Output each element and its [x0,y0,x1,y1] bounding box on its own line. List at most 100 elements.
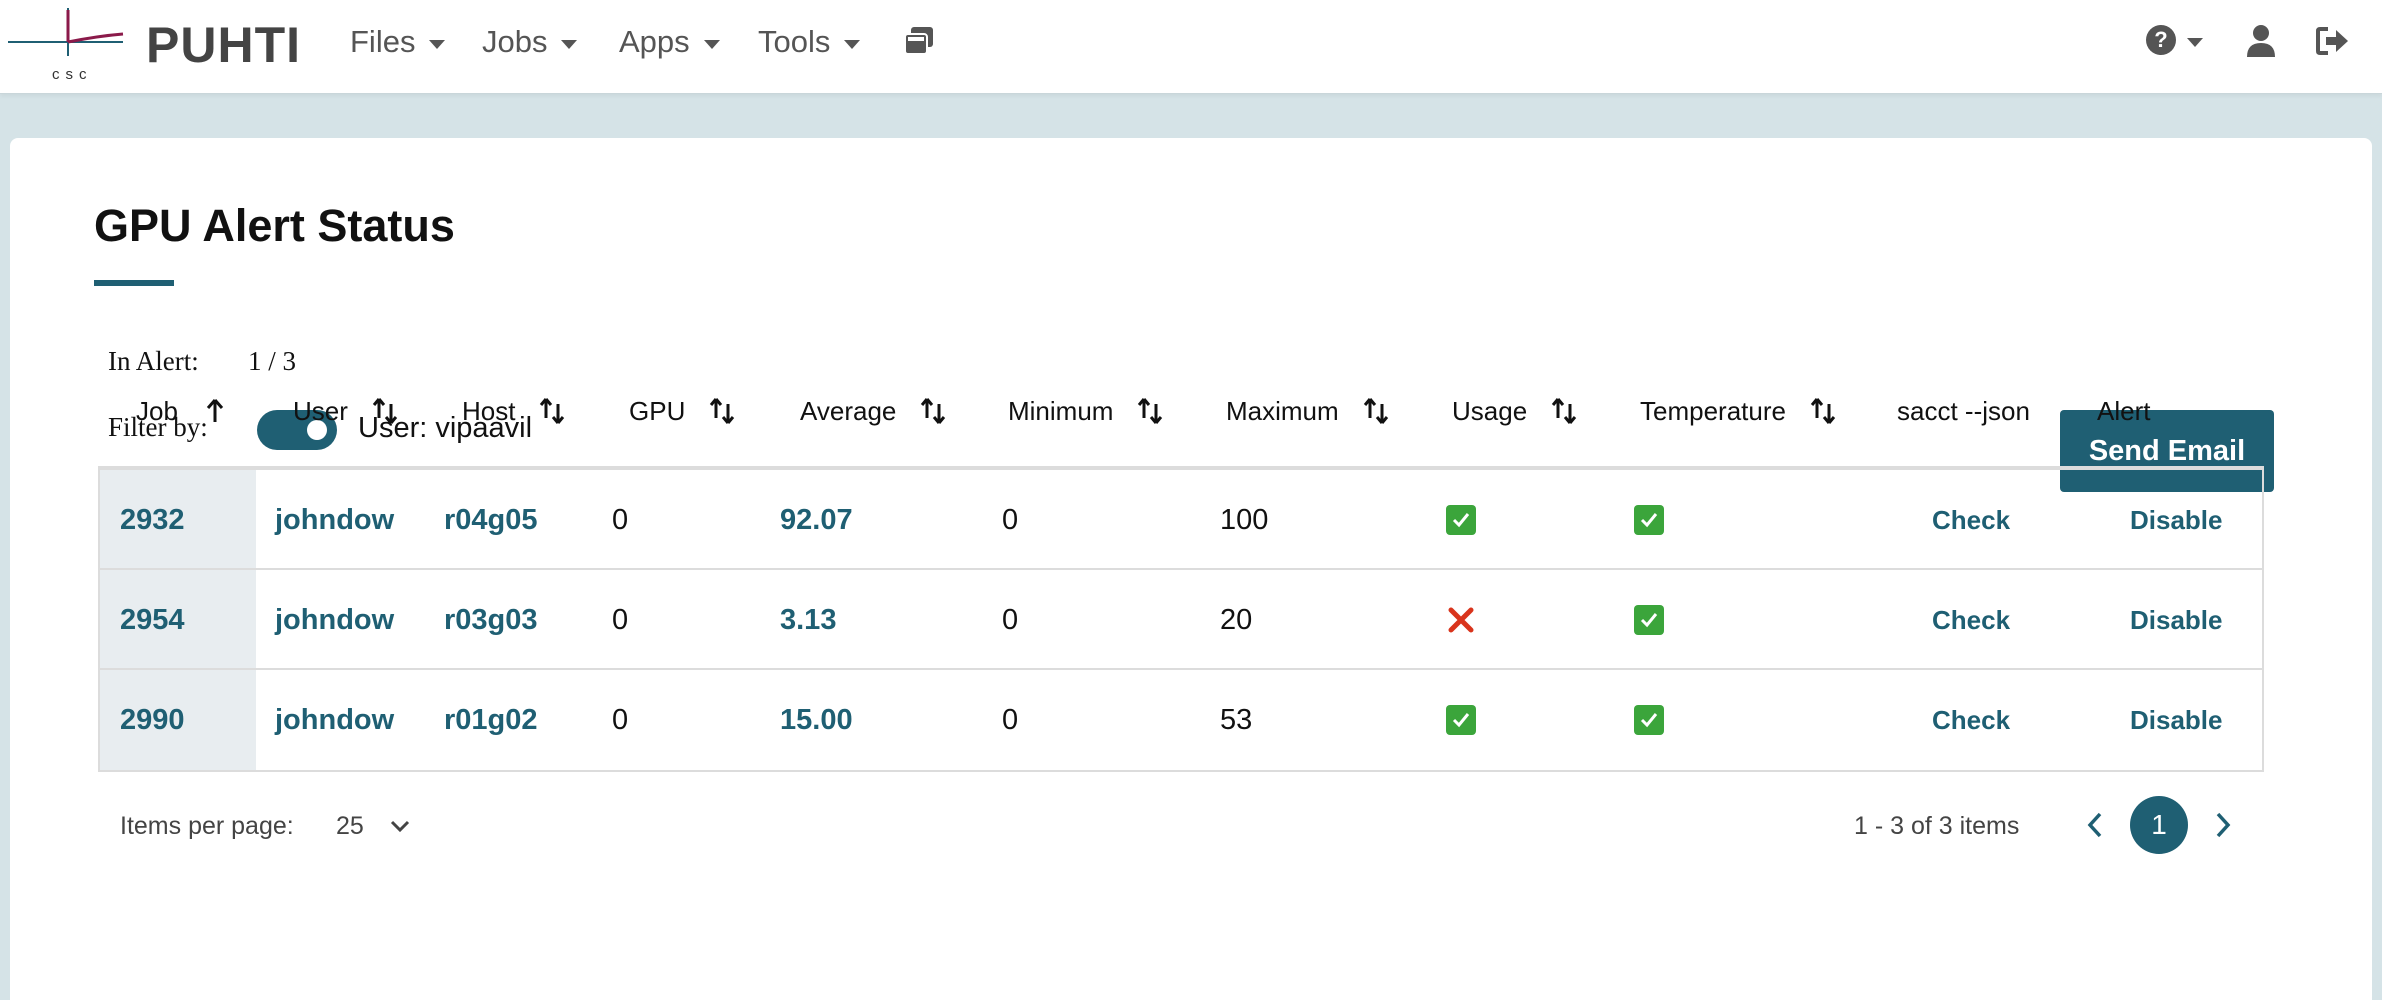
table-header: Job User Host GPU Average Minimum Maximu… [98,375,2264,447]
average-link[interactable]: 3.13 [780,604,836,637]
maximum-value: 20 [1220,603,1253,636]
column-label: Minimum [1008,395,1114,426]
column-label: Usage [1452,395,1528,426]
items-per-page-label: Items per page: [120,812,294,840]
minimum-value: 0 [1002,603,1019,636]
column-header-maximum[interactable]: Maximum [1226,375,1391,447]
column-label: GPU [629,395,686,426]
sort-icon [921,398,946,424]
disable-alert-link[interactable]: Disable [2130,605,2223,636]
sort-icon [1552,398,1577,424]
nav-jobs-menu[interactable]: Jobs [482,24,578,60]
column-header-usage[interactable]: Usage [1452,375,1579,447]
items-per-page-select[interactable]: 25 [336,812,364,841]
column-header-gpu[interactable]: GPU [629,375,737,447]
average-link[interactable]: 15.00 [780,704,853,737]
brand-name[interactable]: PUHTI [146,16,301,74]
sort-icon [540,398,565,424]
page-number-current[interactable]: 1 [2130,796,2188,854]
help-icon: ? [2146,25,2176,55]
user-link[interactable]: johndow [275,604,394,637]
csc-logo[interactable]: csc [8,6,128,83]
nav-apps-label: Apps [619,24,690,59]
host-link[interactable]: r03g03 [444,604,538,637]
column-label: Maximum [1226,395,1339,426]
sort-icon [372,398,398,424]
maximum-value: 100 [1220,503,1269,536]
check-sacct-link[interactable]: Check [1932,505,2010,536]
column-label: Host [462,395,516,426]
sort-icon [1138,398,1163,424]
nav-files-menu[interactable]: Files [350,24,446,60]
user-link[interactable]: johndow [275,504,394,537]
logo-text: csc [52,66,93,83]
chevron-down-icon [561,39,578,49]
page-title: GPU Alert Status [94,200,455,251]
chevron-right-icon[interactable] [2210,810,2234,840]
column-label: sacct --json [1897,395,2030,426]
check-sacct-link[interactable]: Check [1932,605,2010,636]
column-header-host[interactable]: Host [462,375,567,447]
column-header-average[interactable]: Average [800,375,948,447]
title-underline [94,280,174,286]
job-link[interactable]: 2990 [120,704,185,737]
nav-files-label: Files [350,24,416,59]
minimum-value: 0 [1002,503,1019,536]
column-header-user[interactable]: User [293,375,400,447]
gpu-value: 0 [612,503,629,536]
column-label: User [293,395,348,426]
nav-tools-label: Tools [758,24,831,59]
column-header-alert: Alert [2097,375,2150,447]
alerts-table-body: 2932 johndow r04g05 0 92.07 0 100 Check … [98,470,2264,772]
chevron-down-icon[interactable] [388,814,412,838]
sort-icon [1363,398,1388,424]
gpu-value: 0 [612,703,629,736]
table-row: 2990 johndow r01g02 0 15.00 0 53 Check D… [100,670,2262,770]
check-sacct-link[interactable]: Check [1932,705,2010,736]
gpu-value: 0 [612,603,629,636]
nav-jobs-label: Jobs [482,24,548,59]
column-header-minimum[interactable]: Minimum [1008,375,1165,447]
column-label: Average [800,395,897,426]
usage-ok-icon [1446,505,1476,535]
nav-tools-menu[interactable]: Tools [758,24,861,60]
logout-icon[interactable] [2316,26,2350,61]
user-link[interactable]: johndow [275,704,394,737]
chevron-left-icon[interactable] [2084,810,2108,840]
temperature-ok-icon [1634,705,1664,735]
host-link[interactable]: r04g05 [444,504,538,537]
in-alert-label: In Alert: [108,346,199,376]
job-link[interactable]: 2954 [120,604,185,637]
column-label: Temperature [1640,395,1786,426]
sort-ascending-icon [206,399,224,422]
host-link[interactable]: r01g02 [444,704,538,737]
table-row: 2954 johndow r03g03 0 3.13 0 20 Check Di… [100,570,2262,670]
disable-alert-link[interactable]: Disable [2130,505,2223,536]
sort-icon [1810,398,1836,424]
disable-alert-link[interactable]: Disable [2130,705,2223,736]
usage-alert-icon [1448,607,1474,633]
sessions-icon[interactable] [902,24,936,63]
svg-text:?: ? [2154,27,2167,52]
table-pagination: Items per page: 25 1 - 3 of 3 items 1 [98,796,2264,856]
minimum-value: 0 [1002,703,1019,736]
chevron-down-icon [429,39,446,49]
temperature-ok-icon [1634,505,1664,535]
column-header-job[interactable]: Job [136,375,230,447]
average-link[interactable]: 92.07 [780,504,853,537]
column-label: Alert [2097,395,2151,426]
column-label: Job [136,395,178,426]
user-icon[interactable] [2246,24,2276,63]
chevron-down-icon [844,39,861,49]
chevron-down-icon [2187,37,2203,47]
table-row: 2932 johndow r04g05 0 92.07 0 100 Check … [100,470,2262,570]
in-alert-value: 1 / 3 [248,346,297,376]
job-link[interactable]: 2932 [120,504,185,537]
nav-apps-menu[interactable]: Apps [619,24,720,60]
help-menu[interactable]: ? [2145,24,2203,56]
maximum-value: 53 [1220,703,1253,736]
column-header-temperature[interactable]: Temperature [1640,375,1838,447]
pagination-range: 1 - 3 of 3 items [1854,812,2020,840]
sort-icon [710,398,735,424]
column-header-sacct: sacct --json [1897,375,2030,447]
